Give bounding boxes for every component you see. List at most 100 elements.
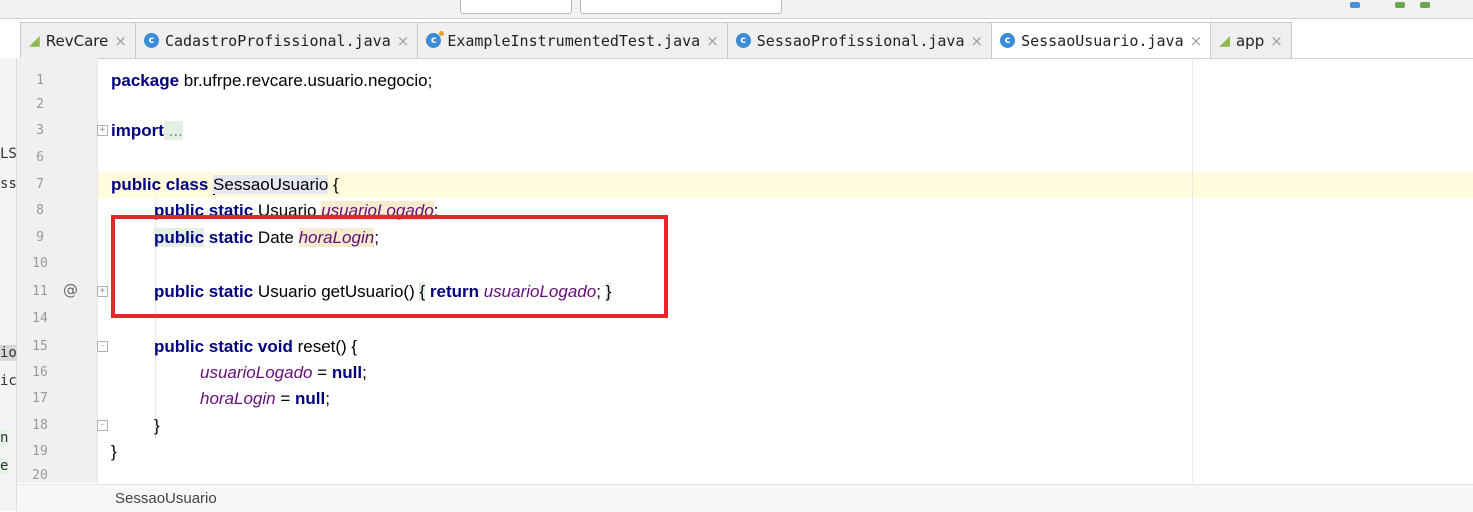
code-text: Usuario xyxy=(253,201,322,220)
editor-gutter: 1 2 3 6 7 8 9 10 11 @ 14 15 16 17 18 19 … xyxy=(17,58,98,483)
code-text: ; xyxy=(433,201,439,220)
line-number: 18 xyxy=(32,418,48,433)
fold-collapse-icon[interactable]: - xyxy=(97,341,108,352)
right-margin-guide xyxy=(1192,58,1193,483)
code-line-19: } xyxy=(111,439,117,465)
editor-tab-bar: ◢ RevCare × c CadastroProfissional.java … xyxy=(20,22,1473,59)
keyword: import xyxy=(111,121,164,140)
close-icon[interactable]: × xyxy=(1270,32,1283,50)
clipped-text: ss xyxy=(0,176,17,192)
code-text: ; xyxy=(325,389,330,408)
folded-brace[interactable]: } xyxy=(605,282,612,301)
tab-label: CadastroProfissional.java xyxy=(164,31,391,50)
keyword: null xyxy=(331,363,363,382)
code-editor[interactable]: 1 2 3 6 7 8 9 10 11 @ 14 15 16 17 18 19 … xyxy=(17,58,1473,483)
toolbar-icon[interactable] xyxy=(1395,2,1405,8)
tab-sessao-usuario[interactable]: c SessaoUsuario.java × xyxy=(991,22,1212,58)
code-line-16: usuarioLogado = null; xyxy=(200,360,367,386)
code-text: Usuario getUsuario() xyxy=(253,282,420,301)
java-class-icon: c xyxy=(1000,33,1016,48)
keyword: public static xyxy=(154,282,254,301)
close-icon[interactable]: × xyxy=(1190,32,1203,50)
toolbar-icon[interactable] xyxy=(1350,2,1360,8)
class-name-first-char: S xyxy=(213,175,225,194)
java-class-icon: c xyxy=(735,33,751,48)
code-line-7: public class SessaoUsuario { xyxy=(111,172,339,198)
tab-revcare[interactable]: ◢ RevCare × xyxy=(20,22,136,58)
breadcrumb: SessaoUsuario xyxy=(17,484,1473,512)
fold-expand-icon[interactable]: + xyxy=(97,286,108,297)
fold-expand-icon[interactable]: + xyxy=(97,125,108,136)
toolbar-icon[interactable] xyxy=(1420,2,1430,8)
code-text: } xyxy=(154,416,160,435)
tab-label: ExampleInstrumentedTest.java xyxy=(447,31,701,50)
code-text: } xyxy=(111,442,117,461)
clipped-text: ic xyxy=(0,373,17,389)
toolbar-run-config-dropdown[interactable] xyxy=(460,0,572,14)
toolbar-device-dropdown[interactable] xyxy=(580,0,782,14)
class-name: essaoUsuario xyxy=(224,175,329,194)
line-number: 6 xyxy=(36,150,44,165)
code-text: br.ufrpe.revcare.usuario.negocio; xyxy=(179,71,433,90)
fold-end-icon[interactable]: - xyxy=(97,420,108,431)
field-name: usuarioLogado xyxy=(321,201,434,220)
tab-label: RevCare xyxy=(45,31,109,50)
tab-example-instrumented-test[interactable]: c ExampleInstrumentedTest.java × xyxy=(417,22,728,58)
keyword: public static void xyxy=(154,337,293,356)
code-line-1: package br.ufrpe.revcare.usuario.negocio… xyxy=(111,68,432,94)
tab-sessao-profissional[interactable]: c SessaoProfissional.java × xyxy=(726,22,993,58)
code-text: ; xyxy=(596,282,601,301)
code-line-15: public static void reset() { xyxy=(154,334,357,360)
code-text: { xyxy=(328,175,339,194)
code-line-11: public static Usuario getUsuario() { ret… xyxy=(154,279,612,305)
override-at-icon[interactable]: @ xyxy=(63,281,78,299)
clipped-text: LS xyxy=(0,146,17,162)
tab-app[interactable]: ◢ app × xyxy=(1210,22,1292,58)
main-toolbar xyxy=(0,0,1473,19)
tab-label: SessaoProfissional.java xyxy=(756,31,965,50)
line-number: 3 xyxy=(36,123,44,138)
field-name: horaLogin xyxy=(200,389,276,408)
line-number: 14 xyxy=(32,311,48,326)
code-text: reset() { xyxy=(292,337,358,356)
code-text: ; xyxy=(362,363,367,382)
line-number: 9 xyxy=(36,230,44,245)
tab-label: app xyxy=(1235,31,1265,50)
tab-cadastro-profissional[interactable]: c CadastroProfissional.java × xyxy=(134,22,419,58)
keyword: public static xyxy=(154,201,254,220)
keyword: null xyxy=(295,389,326,408)
code-line-8: public static Usuario usuarioLogado; xyxy=(154,198,438,224)
code-line-17: horaLogin = null; xyxy=(200,386,330,412)
java-test-class-icon: c xyxy=(426,31,445,48)
clipped-text: e xyxy=(0,458,9,474)
close-icon[interactable]: × xyxy=(114,32,127,50)
java-class-icon: c xyxy=(143,33,159,48)
android-icon: ◢ xyxy=(1219,32,1230,49)
line-number: 15 xyxy=(32,339,48,354)
code-text: = xyxy=(275,389,295,408)
code-line-9: public static Date horaLogin; xyxy=(154,225,379,251)
line-number: 8 xyxy=(36,203,44,218)
folded-imports-placeholder[interactable]: ... xyxy=(163,121,183,140)
field-name: horaLogin xyxy=(298,228,375,247)
field-name: usuarioLogado xyxy=(200,363,313,382)
line-number: 11 xyxy=(32,284,48,299)
line-number: 1 xyxy=(36,73,44,88)
breadcrumb-item[interactable]: SessaoUsuario xyxy=(115,485,217,512)
line-number: 7 xyxy=(36,177,44,192)
close-icon[interactable]: × xyxy=(706,32,719,50)
code-line-3: import ... xyxy=(111,118,183,144)
project-panel-edge[interactable]: LS ss io ic n e xyxy=(0,58,17,511)
clipped-text: io xyxy=(0,345,17,361)
keyword: package xyxy=(111,71,180,90)
tab-label: SessaoUsuario.java xyxy=(1021,31,1184,50)
close-icon[interactable]: × xyxy=(970,32,983,50)
keyword: public class xyxy=(111,175,214,194)
line-number: 2 xyxy=(36,97,44,112)
keyword: static xyxy=(204,228,254,247)
close-icon[interactable]: × xyxy=(397,32,410,50)
keyword: return xyxy=(425,282,484,301)
line-number: 16 xyxy=(32,365,48,380)
code-line-18: } xyxy=(154,413,160,439)
field-name: usuarioLogado xyxy=(483,282,597,301)
